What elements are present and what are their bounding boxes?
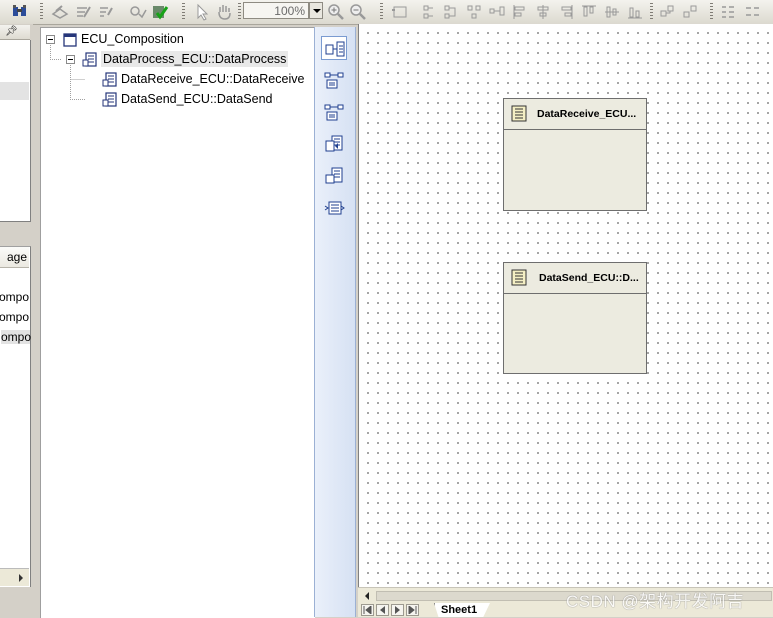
sheet-tab[interactable]: Sheet1	[434, 603, 490, 617]
last-sheet-icon[interactable]	[406, 604, 419, 616]
toolbar-grip[interactable]	[710, 3, 713, 21]
toolbar-grip[interactable]	[380, 3, 383, 21]
toolbar-grip[interactable]	[40, 3, 43, 21]
component-prototype-icon	[102, 92, 117, 107]
component-header: DataReceive_ECU...	[504, 99, 646, 130]
prev-sheet-icon[interactable]	[376, 604, 389, 616]
component-prototype-icon	[102, 72, 117, 87]
component-type-icon	[511, 105, 527, 122]
explorer-panel	[0, 40, 31, 222]
port-pair-icon[interactable]	[464, 2, 484, 22]
align-middle-icon[interactable]	[602, 2, 622, 22]
port-in-icon[interactable]	[418, 2, 438, 22]
align-top-icon[interactable]	[579, 2, 599, 22]
list-item[interactable]: ompo	[0, 290, 29, 304]
zoom-input[interactable]: 100%	[243, 2, 309, 19]
align-left-icon[interactable]	[510, 2, 530, 22]
collapse-toggle[interactable]	[66, 55, 75, 64]
toolbar-grip[interactable]	[650, 3, 653, 21]
composition-icon[interactable]	[321, 36, 347, 60]
pin-icon[interactable]: 📌︎	[5, 26, 18, 37]
tree-item-dataprocess[interactable]: DataProcess_ECU::DataProcess	[82, 50, 289, 68]
check-icon[interactable]	[150, 2, 170, 22]
column-header-label: age	[6, 250, 27, 264]
tree-item-label: ECU_Composition	[81, 32, 184, 46]
list-item[interactable]	[0, 82, 29, 100]
toolbar-grip[interactable]	[238, 3, 241, 21]
tree-item-root[interactable]: ECU_Composition	[62, 30, 184, 48]
align-right-icon[interactable]	[556, 2, 576, 22]
align-center-icon[interactable]	[533, 2, 553, 22]
panel-header: 📌︎	[0, 25, 30, 40]
toolbar-grip[interactable]	[182, 3, 185, 21]
pointer-icon[interactable]	[192, 2, 212, 22]
distribute-icon[interactable]	[742, 2, 762, 22]
connector-icon[interactable]	[487, 2, 507, 22]
align-bottom-icon[interactable]	[625, 2, 645, 22]
next-sheet-icon[interactable]	[391, 604, 404, 616]
delegation-connector-icon[interactable]	[321, 100, 347, 124]
composition-tree: ECU_Composition DataProcess_ECU::DataPro…	[40, 27, 315, 618]
layer-icon[interactable]	[50, 2, 70, 22]
layout-icon[interactable]	[718, 2, 738, 22]
client-server-icon[interactable]	[321, 196, 347, 220]
component-title: DataReceive_ECU...	[537, 108, 637, 120]
component-prototype-icon	[82, 52, 97, 67]
list-item-selected[interactable]: ompo	[1, 330, 31, 344]
list-item[interactable]: ompo	[0, 310, 29, 324]
component-box-icon[interactable]	[390, 2, 410, 22]
watermark-text: CSDN @架构开发阿吉	[566, 592, 745, 611]
component-header: DataSend_ECU::D...	[504, 263, 646, 294]
sender-receiver-icon[interactable]	[321, 164, 347, 188]
diagram-canvas[interactable]: DataReceive_ECU... DataSend_ECU::D...	[358, 24, 773, 587]
component-datasend[interactable]: DataSend_ECU::D...	[503, 262, 647, 374]
horizontal-scrollbar[interactable]	[0, 568, 29, 586]
composition-icon	[63, 33, 77, 47]
tree-item-datasend[interactable]: DataSend_ECU::DataSend	[102, 90, 272, 108]
validate-icon[interactable]	[128, 2, 148, 22]
zoom-dropdown-button[interactable]	[309, 2, 323, 19]
port-out-icon[interactable]	[441, 2, 461, 22]
component-prototype-icon[interactable]	[321, 132, 347, 156]
column-header[interactable]: age	[0, 247, 29, 268]
group-icon[interactable]	[657, 2, 677, 22]
edit-icon[interactable]	[73, 2, 93, 22]
tree-item-label: DataProcess_ECU::DataProcess	[101, 51, 289, 67]
tree-item-datareceive[interactable]: DataReceive_ECU::DataReceive	[102, 70, 304, 88]
zoom-out-icon[interactable]	[348, 2, 368, 22]
component-title: DataSend_ECU::D...	[539, 272, 639, 284]
binoculars-icon[interactable]	[10, 2, 30, 22]
scroll-left-arrow-icon[interactable]	[365, 592, 369, 600]
zoom-in-icon[interactable]	[326, 2, 346, 22]
hand-icon[interactable]	[214, 2, 234, 22]
tree-item-label: DataReceive_ECU::DataReceive	[121, 72, 305, 86]
first-sheet-icon[interactable]	[361, 604, 374, 616]
diagram-palette	[314, 27, 356, 617]
tree-item-label: DataSend_ECU::DataSend	[121, 92, 273, 106]
component-datareceive[interactable]: DataReceive_ECU...	[503, 98, 647, 211]
properties-icon[interactable]	[96, 2, 116, 22]
ungroup-icon[interactable]	[680, 2, 700, 22]
properties-panel: age ompo ompo ompo	[0, 246, 31, 587]
port-connector-icon[interactable]	[321, 68, 347, 92]
collapse-toggle[interactable]	[46, 35, 55, 44]
component-type-icon	[511, 269, 527, 286]
main-toolbar: 100%	[0, 0, 773, 25]
